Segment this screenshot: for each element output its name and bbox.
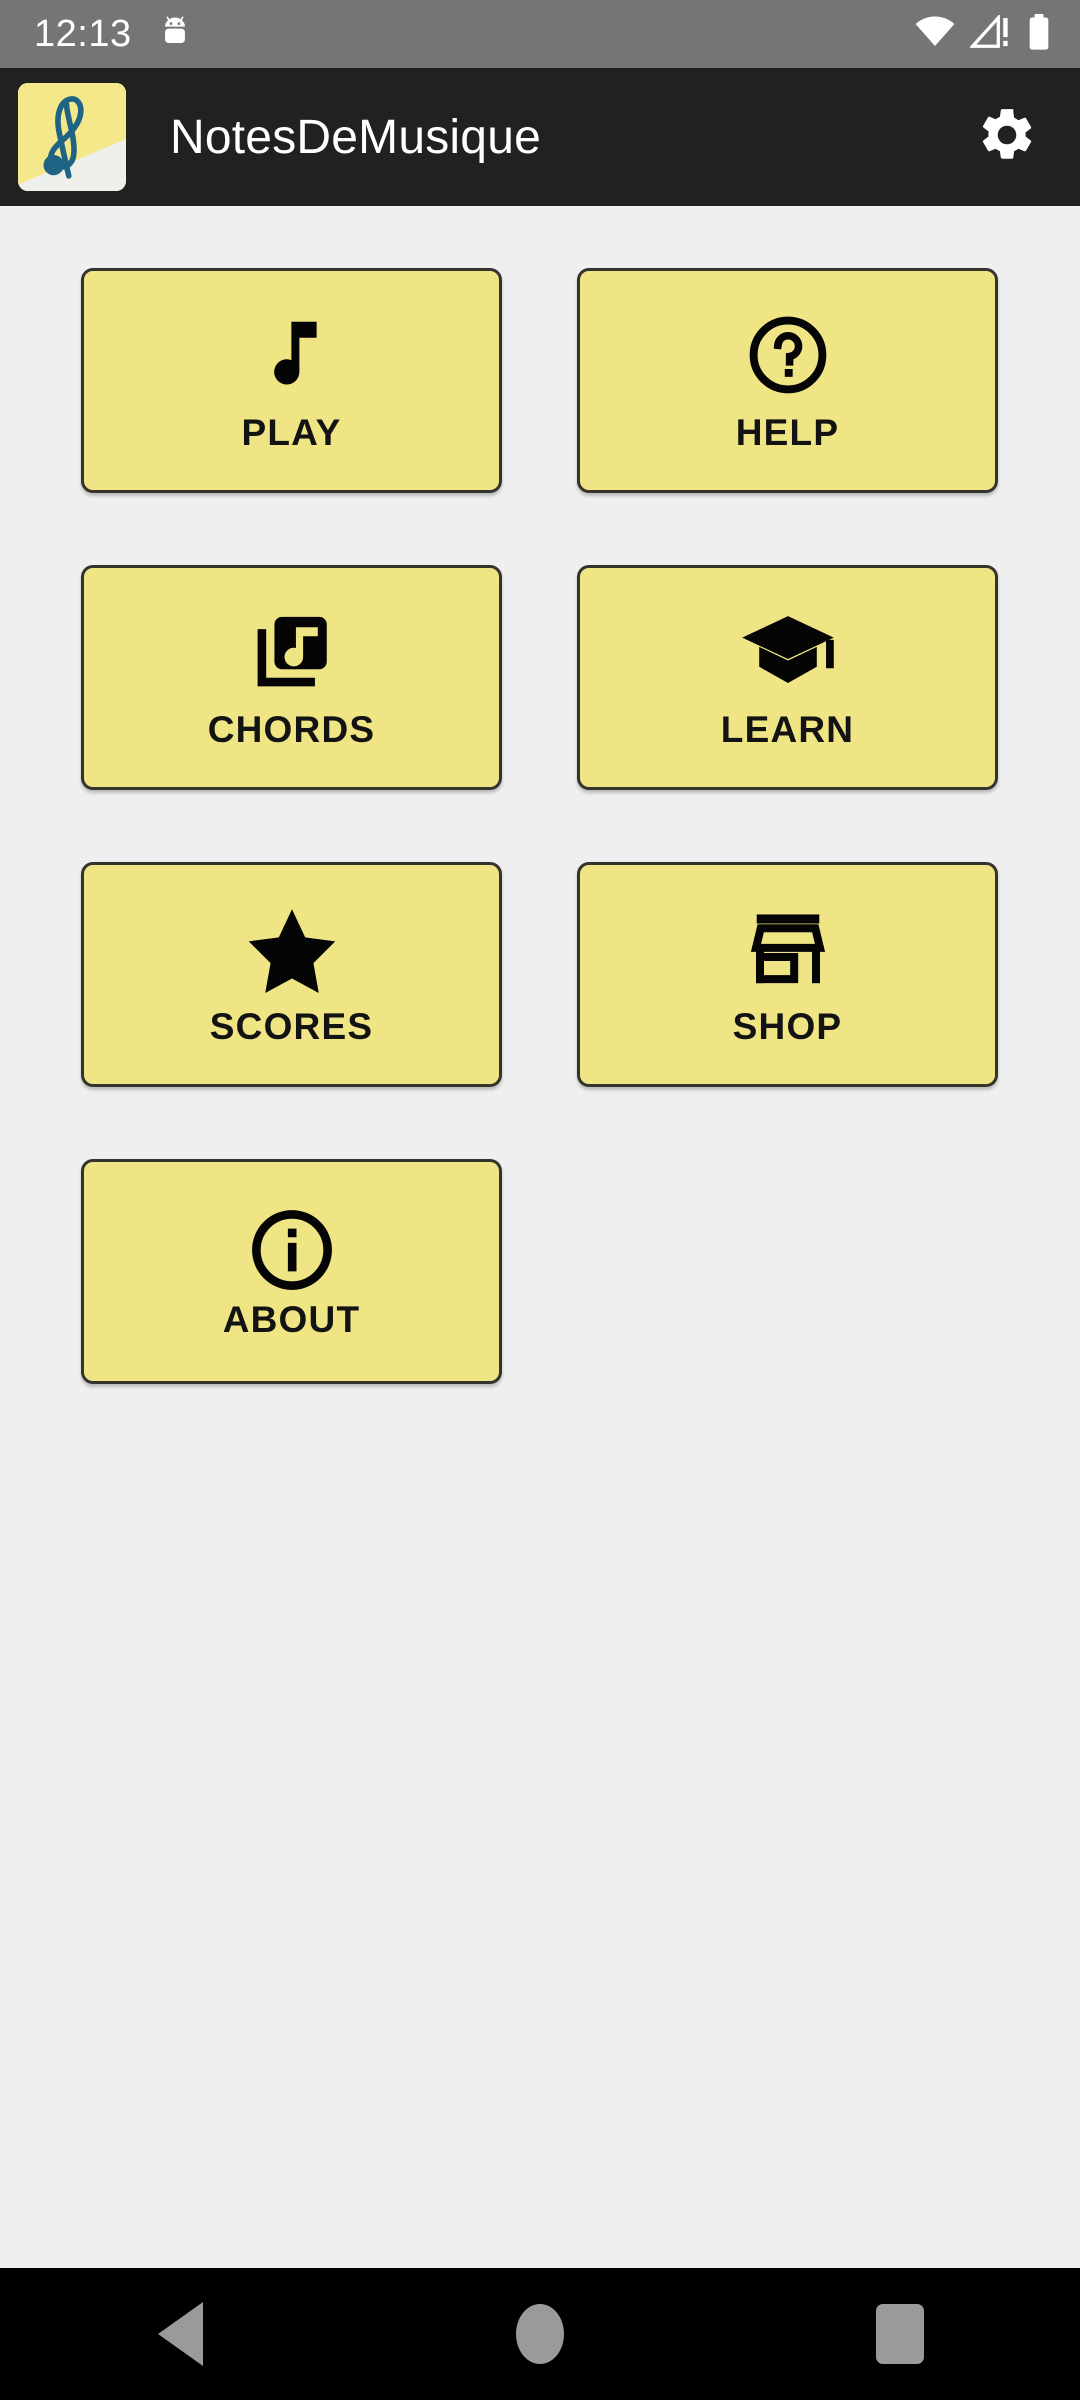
menu-button-label: SCORES bbox=[209, 1005, 374, 1047]
menu-button-learn[interactable]: LEARN bbox=[577, 565, 998, 790]
help-circle-icon bbox=[745, 309, 831, 401]
status-bar: 12:13 bbox=[0, 0, 1080, 68]
menu-button-label: HELP bbox=[735, 411, 840, 453]
android-navigation-bar bbox=[0, 2268, 1080, 2400]
menu-button-about[interactable]: ABOUT bbox=[81, 1159, 502, 1384]
menu-button-chords[interactable]: CHORDS bbox=[81, 565, 502, 790]
status-clock: 12:13 bbox=[34, 13, 132, 55]
back-triangle-icon bbox=[157, 2302, 203, 2366]
menu-button-shop[interactable]: SHOP bbox=[577, 862, 998, 1087]
menu-button-help[interactable]: HELP bbox=[577, 268, 998, 493]
menu-button-label: SHOP bbox=[732, 1005, 843, 1047]
app-logo-treble-clef bbox=[18, 83, 126, 191]
music-note-icon bbox=[255, 309, 329, 401]
battery-icon bbox=[1026, 13, 1052, 56]
status-bar-right bbox=[914, 13, 1052, 56]
android-bugdroid-icon bbox=[158, 15, 192, 54]
menu-button-play[interactable]: PLAY bbox=[81, 268, 502, 493]
menu-button-label: ABOUT bbox=[222, 1298, 361, 1340]
storefront-icon bbox=[744, 903, 832, 995]
wifi-icon bbox=[914, 15, 956, 54]
menu-button-label: CHORDS bbox=[207, 708, 376, 750]
gear-icon bbox=[976, 104, 1038, 171]
settings-button[interactable] bbox=[964, 94, 1050, 180]
star-icon bbox=[246, 903, 338, 995]
menu-button-label: LEARN bbox=[720, 708, 855, 750]
info-circle-icon bbox=[247, 1204, 337, 1296]
recents-square-icon bbox=[876, 2304, 924, 2364]
menu-button-scores[interactable]: SCORES bbox=[81, 862, 502, 1087]
app-bar: NotesDeMusique bbox=[0, 68, 1080, 206]
graduation-cap-icon bbox=[740, 606, 836, 698]
nav-back-button[interactable] bbox=[90, 2268, 270, 2400]
nav-home-button[interactable] bbox=[450, 2268, 630, 2400]
cellular-signal-no-service-icon bbox=[969, 13, 1012, 54]
menu-button-label: PLAY bbox=[241, 411, 342, 453]
status-bar-left: 12:13 bbox=[34, 15, 192, 54]
page-title: NotesDeMusique bbox=[170, 110, 541, 164]
library-music-icon bbox=[249, 606, 335, 698]
main-content: PLAY HELP CHORDS LEARN SCORES SHOP ABOUT bbox=[0, 206, 1080, 2268]
home-circle-icon bbox=[516, 2304, 564, 2364]
nav-recents-button[interactable] bbox=[810, 2268, 990, 2400]
menu-grid: PLAY HELP CHORDS LEARN SCORES SHOP ABOUT bbox=[81, 268, 999, 1384]
